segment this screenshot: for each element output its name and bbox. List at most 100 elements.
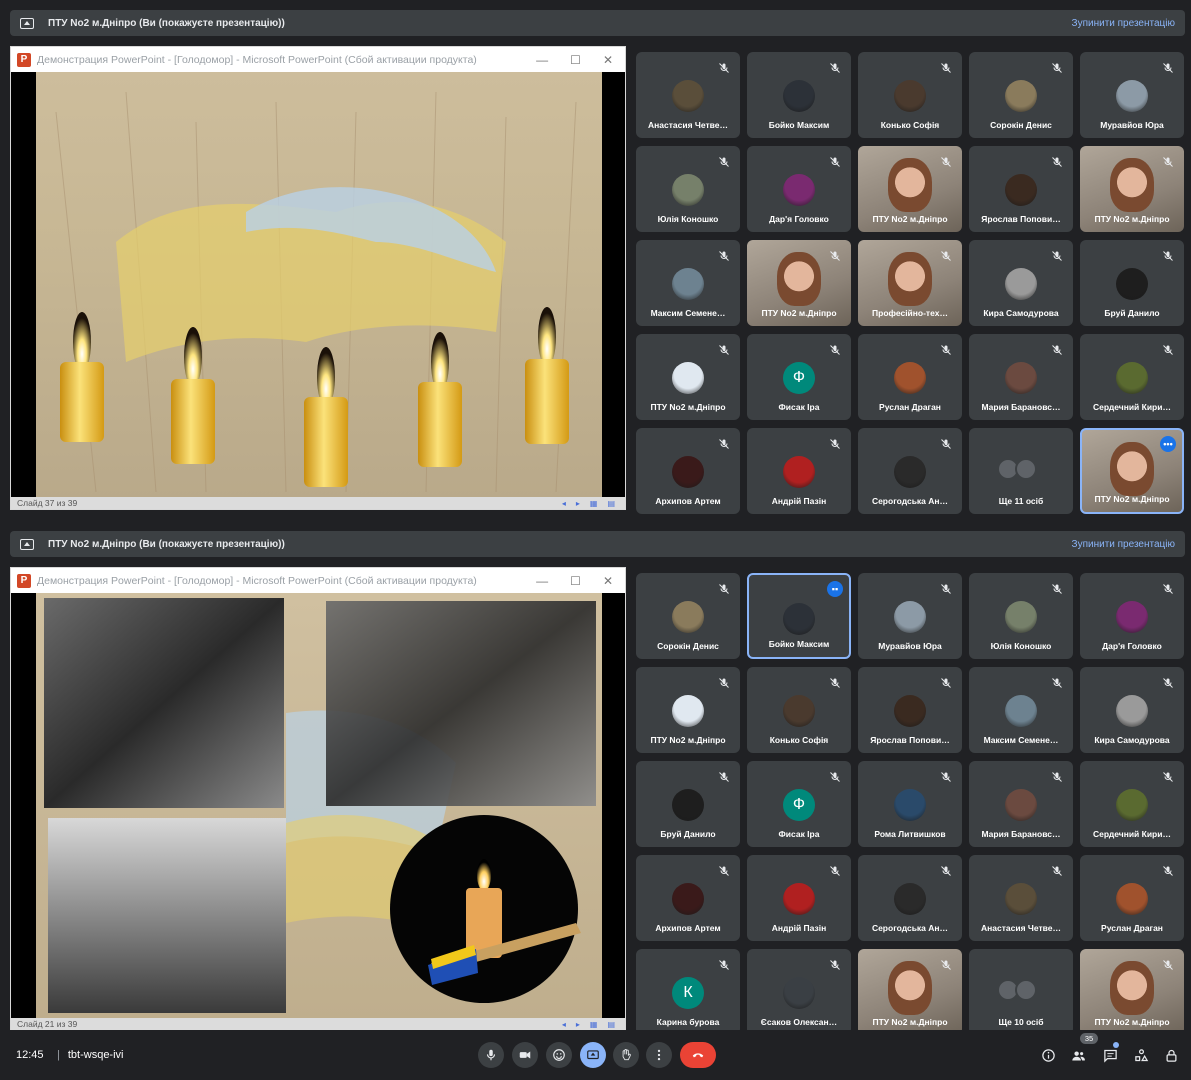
participant-tile[interactable]: Бруй Данило bbox=[1080, 240, 1184, 326]
next-slide-icon[interactable]: ▸ bbox=[576, 499, 580, 508]
mic-off-icon bbox=[1162, 770, 1174, 782]
participant-tile[interactable]: ПТУ No2 м.Дніпро bbox=[1080, 146, 1184, 232]
participant-tile[interactable]: Сорокін Денис bbox=[969, 52, 1073, 138]
participant-tile[interactable]: Сердечний Кири… bbox=[1080, 334, 1184, 420]
participant-tile[interactable]: Єсаков Олексан… bbox=[747, 949, 851, 1035]
view-sorter-icon[interactable]: ▤ bbox=[607, 1020, 615, 1029]
avatar bbox=[1005, 80, 1037, 112]
participant-tile[interactable]: К Карина бурова bbox=[636, 949, 740, 1035]
participant-tile[interactable]: Серогодська Ан… bbox=[858, 855, 962, 941]
view-normal-icon[interactable]: ▦ bbox=[590, 499, 598, 508]
video-feed bbox=[1110, 158, 1154, 212]
maximize-icon[interactable]: ☐ bbox=[570, 53, 581, 67]
participant-name: Юлія Коношко bbox=[990, 641, 1052, 651]
participant-tile[interactable]: ПТУ No2 м.Дніпро bbox=[1080, 949, 1184, 1035]
participant-tile[interactable]: ПТУ No2 м.Дніпро bbox=[858, 949, 962, 1035]
prev-slide-icon[interactable]: ◂ bbox=[562, 499, 566, 508]
end-call-button[interactable] bbox=[680, 1042, 716, 1068]
participant-tile[interactable]: Архипов Артем bbox=[636, 855, 740, 941]
participant-tile[interactable]: Дар'я Головко bbox=[747, 146, 851, 232]
participant-tile[interactable]: ПТУ No2 м.Дніпро bbox=[636, 667, 740, 753]
prev-slide-icon[interactable]: ◂ bbox=[562, 1020, 566, 1029]
camera-button[interactable] bbox=[512, 1042, 538, 1068]
participant-tile[interactable]: Конько Софія bbox=[747, 667, 851, 753]
tile-options-icon[interactable]: ••• bbox=[1160, 436, 1176, 452]
close-icon[interactable]: ✕ bbox=[603, 53, 613, 67]
participant-tile[interactable]: Ф Фисак Іра bbox=[747, 334, 851, 420]
avatar bbox=[1005, 883, 1037, 915]
participant-tile[interactable]: Анастасия Четве… bbox=[636, 52, 740, 138]
participant-tile[interactable]: Мария Барановс… bbox=[969, 334, 1073, 420]
mic-off-icon bbox=[940, 249, 952, 261]
stop-presenting-button[interactable]: Зупинити презентацію bbox=[1072, 18, 1175, 29]
participant-tile[interactable]: Дар'я Головко bbox=[1080, 573, 1184, 659]
participant-tile[interactable]: ▪▪ Бойко Максим bbox=[747, 573, 851, 659]
participant-tile[interactable]: Бойко Максим bbox=[747, 52, 851, 138]
minimize-icon[interactable]: — bbox=[536, 574, 548, 588]
raise-hand-button[interactable] bbox=[613, 1042, 639, 1068]
participant-tile[interactable]: Ярослав Попови… bbox=[969, 146, 1073, 232]
more-options-button[interactable] bbox=[646, 1042, 672, 1068]
participant-tile[interactable]: Руслан Драган bbox=[1080, 855, 1184, 941]
participant-tile[interactable]: Ф Фисак Іра bbox=[747, 761, 851, 847]
lock-icon bbox=[1166, 1049, 1176, 1062]
participant-tile[interactable]: Бруй Данило bbox=[636, 761, 740, 847]
participant-tile[interactable]: Юлія Коношко bbox=[636, 146, 740, 232]
mic-icon bbox=[486, 1049, 496, 1061]
participant-name: ПТУ No2 м.Дніпро bbox=[761, 308, 837, 318]
participant-tile[interactable]: Сорокін Денис bbox=[636, 573, 740, 659]
emoji-button[interactable] bbox=[546, 1042, 572, 1068]
chat-button[interactable] bbox=[1101, 1046, 1119, 1064]
activities-button[interactable] bbox=[1132, 1046, 1150, 1064]
participant-tile[interactable]: Муравйов Юра bbox=[1080, 52, 1184, 138]
mic-off-icon bbox=[718, 61, 730, 73]
meeting-info-button[interactable] bbox=[1039, 1046, 1057, 1064]
participant-name: Конько Софія bbox=[769, 735, 829, 745]
participant-tile[interactable]: Юлія Коношко bbox=[969, 573, 1073, 659]
mic-button[interactable] bbox=[478, 1042, 504, 1068]
close-icon[interactable]: ✕ bbox=[603, 574, 613, 588]
participant-tile[interactable]: Муравйов Юра bbox=[858, 573, 962, 659]
participant-tile[interactable]: Андрій Пазін bbox=[747, 428, 851, 514]
participant-tile[interactable]: Професійно-тех… bbox=[858, 240, 962, 326]
participant-tile[interactable]: Ще 10 осіб bbox=[969, 949, 1073, 1035]
participant-tile[interactable]: Максим Семене… bbox=[969, 667, 1073, 753]
participant-tile[interactable]: Рома Литвишков bbox=[858, 761, 962, 847]
stop-presenting-button[interactable]: Зупинити презентацію bbox=[1072, 539, 1175, 550]
participant-tile[interactable]: Мария Барановс… bbox=[969, 761, 1073, 847]
participant-tile[interactable]: Сердечний Кири… bbox=[1080, 761, 1184, 847]
people-button[interactable] bbox=[1069, 1046, 1087, 1064]
view-sorter-icon[interactable]: ▤ bbox=[607, 499, 615, 508]
avatar bbox=[894, 789, 926, 821]
host-controls-button[interactable] bbox=[1162, 1046, 1180, 1064]
participant-tile[interactable]: ••• ПТУ No2 м.Дніпро bbox=[1080, 428, 1184, 514]
next-slide-icon[interactable]: ▸ bbox=[576, 1020, 580, 1029]
participant-name: Дар'я Головко bbox=[769, 214, 829, 224]
participant-tile[interactable]: ПТУ No2 м.Дніпро bbox=[747, 240, 851, 326]
participant-tile[interactable]: Архипов Артем bbox=[636, 428, 740, 514]
participant-tile[interactable]: Серогодська Ан… bbox=[858, 428, 962, 514]
participant-tile[interactable]: Кира Самодурова bbox=[969, 240, 1073, 326]
participant-tile[interactable]: Анастасия Четве… bbox=[969, 855, 1073, 941]
minimize-icon[interactable]: — bbox=[536, 53, 548, 67]
participant-name: ПТУ No2 м.Дніпро bbox=[872, 1017, 948, 1027]
participant-tile[interactable]: Максим Семене… bbox=[636, 240, 740, 326]
participant-tile[interactable]: Руслан Драган bbox=[858, 334, 962, 420]
participant-tile[interactable]: Андрій Пазін bbox=[747, 855, 851, 941]
video-feed bbox=[1110, 961, 1154, 1015]
avatar bbox=[1005, 174, 1037, 206]
participant-tile[interactable]: Ярослав Попови… bbox=[858, 667, 962, 753]
participant-tile[interactable]: Кира Самодурова bbox=[1080, 667, 1184, 753]
avatar bbox=[1116, 362, 1148, 394]
participant-tile[interactable]: ПТУ No2 м.Дніпро bbox=[858, 146, 962, 232]
present-button[interactable] bbox=[580, 1042, 606, 1068]
participant-tile[interactable]: Ще 11 осіб bbox=[969, 428, 1073, 514]
view-normal-icon[interactable]: ▦ bbox=[590, 1020, 598, 1029]
ppt-title: Демонстрация PowerPoint - [Голодомор] - … bbox=[37, 53, 477, 66]
participant-tile[interactable]: ПТУ No2 м.Дніпро bbox=[636, 334, 740, 420]
participant-tile[interactable]: Конько Софія bbox=[858, 52, 962, 138]
maximize-icon[interactable]: ☐ bbox=[570, 574, 581, 588]
mic-off-icon bbox=[1162, 958, 1174, 970]
chat-notification-dot bbox=[1113, 1042, 1119, 1048]
slide-area bbox=[11, 72, 625, 499]
